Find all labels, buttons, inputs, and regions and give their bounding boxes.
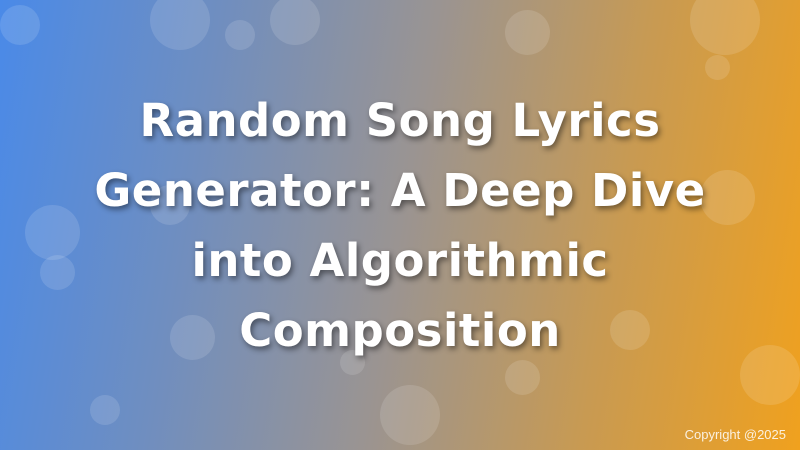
bokeh-circle	[705, 55, 730, 80]
bokeh-circle	[25, 205, 80, 260]
bokeh-circle	[0, 5, 40, 45]
bokeh-circle	[505, 10, 550, 55]
banner-canvas: Random Song Lyrics Generator: A Deep Div…	[0, 0, 800, 450]
bokeh-circle	[225, 20, 255, 50]
copyright-text: Copyright @2025	[684, 427, 786, 442]
bokeh-circle	[150, 0, 210, 50]
bokeh-circle	[690, 0, 760, 55]
bokeh-circle	[270, 0, 320, 45]
bokeh-circle	[380, 385, 440, 445]
bokeh-circle	[740, 345, 800, 405]
page-title: Random Song Lyrics Generator: A Deep Div…	[94, 94, 706, 357]
bokeh-circle	[90, 395, 120, 425]
bokeh-circle	[40, 255, 75, 290]
